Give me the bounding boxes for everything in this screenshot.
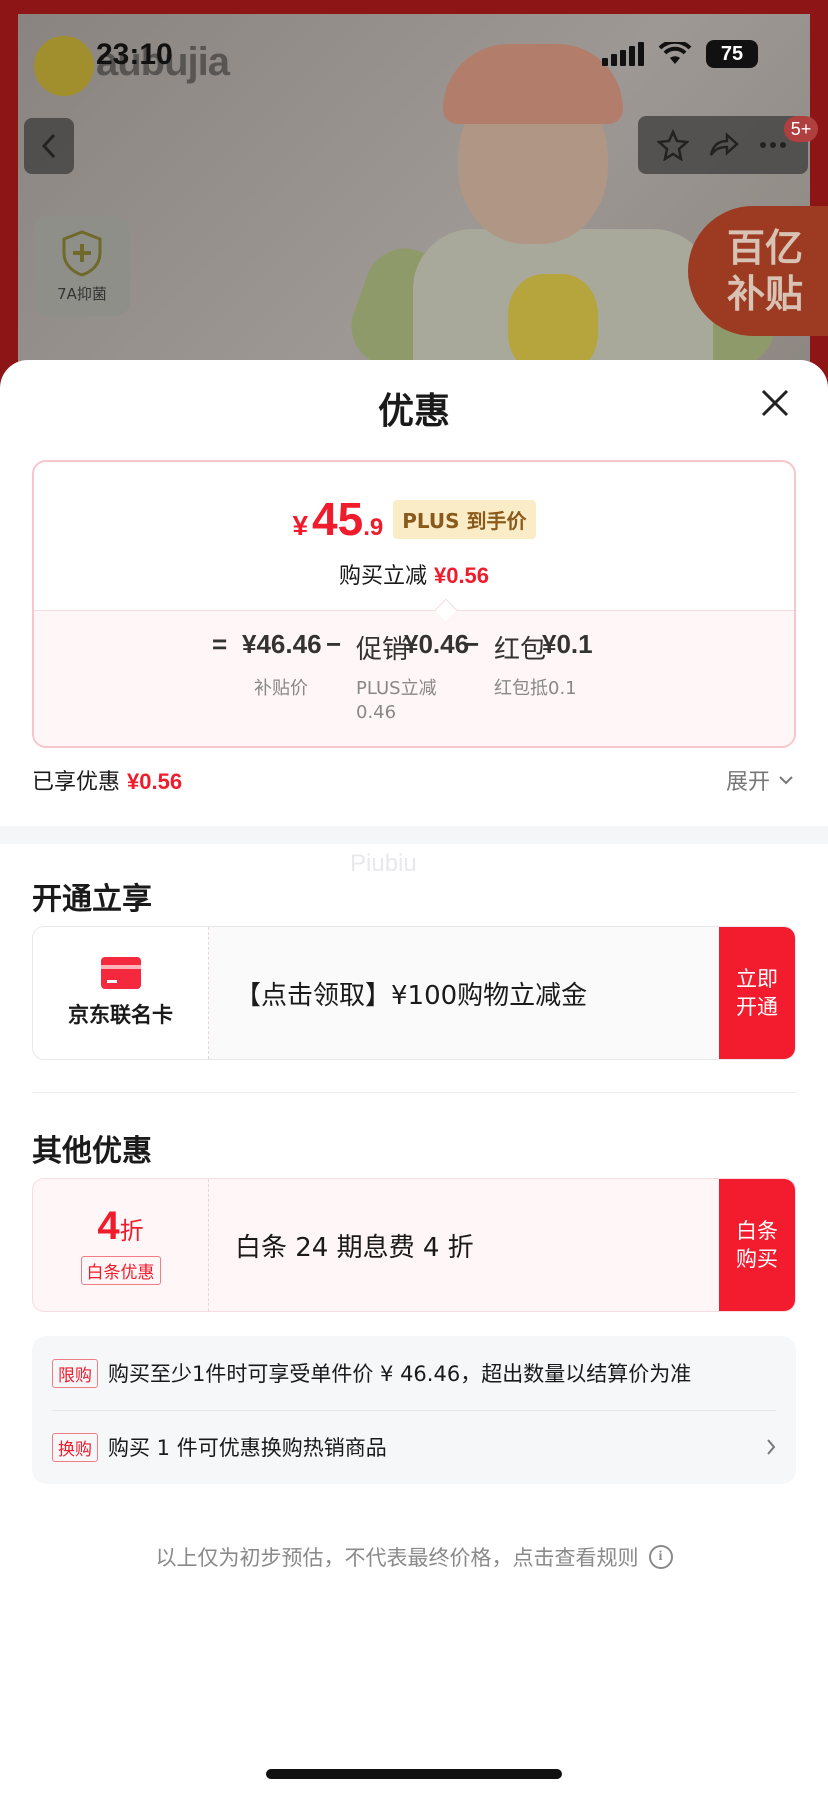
enjoyed-discount: 已享优惠 ¥0.56: [32, 764, 182, 796]
reduce-label: 购买立减: [338, 564, 427, 589]
brand-logo: [34, 36, 94, 96]
chevron-down-icon: [779, 776, 793, 785]
info-icon: i: [648, 1545, 673, 1569]
formula-promo-note-line2: 0.46: [356, 702, 397, 723]
baitiao-offer[interactable]: 4折 白条优惠 白条 24 期息费 4 折 白条购买: [32, 1178, 796, 1312]
formula-redpack-label: 红包: [494, 635, 547, 665]
nav-actions: [638, 116, 808, 174]
formula-promo-value: ¥0.46: [404, 629, 470, 659]
subsidy-line2: 补贴: [726, 272, 803, 316]
signal-icon: [602, 42, 644, 66]
price-divider: [34, 610, 794, 611]
share-icon[interactable]: [707, 129, 739, 161]
joint-card-info: 京东联名卡: [33, 927, 209, 1059]
discount-sheet: 优惠 ¥ 45 .9 PLUS 到手价 购买立减 ¥0.56 = ¥46.46 …: [0, 360, 828, 1795]
rule-text-exchange: 购买 1 件可优惠换购热销商品: [108, 1436, 387, 1460]
rule-tag-limit: 限购: [52, 1358, 98, 1388]
wifi-icon: [658, 42, 692, 64]
expand-toggle[interactable]: 展开: [726, 764, 794, 796]
enjoyed-label: 已享优惠: [32, 770, 121, 795]
formula-promo-note-line1: PLUS立减: [356, 678, 437, 699]
model-hat: [443, 44, 623, 124]
watermark: Piubiu: [350, 850, 417, 877]
status-indicators: 75: [602, 40, 758, 68]
shield-icon: [62, 229, 102, 277]
product-background: aubujia 23:10 75 5+ 7A抑菌 百亿 补贴: [0, 0, 828, 420]
baitiao-buy-button[interactable]: 白条购买: [719, 1179, 795, 1311]
open-now-button[interactable]: 立即开通: [719, 927, 795, 1059]
subsidy-line1: 百亿: [726, 226, 803, 270]
price-decimal: .9: [363, 514, 384, 541]
formula-promo-label: 促销: [356, 635, 409, 665]
enjoyed-value: ¥0.56: [127, 769, 183, 794]
rule-limit: 限购 购买至少1件时可享受单件价 ¥ 46.46，超出数量以结算价为准: [52, 1336, 776, 1410]
open-section-title: 开通立享: [32, 882, 152, 917]
discount-value: 4折: [97, 1206, 143, 1246]
baitiao-discount-info: 4折 白条优惠: [33, 1179, 209, 1311]
formula-minus-1: −: [326, 629, 342, 659]
price-disclaimer[interactable]: 以上仅为初步预估，不代表最终价格，点击查看规则 i: [0, 1542, 828, 1572]
battery-indicator: 75: [706, 40, 758, 68]
close-icon[interactable]: [760, 388, 790, 418]
disclaimer-text: 以上仅为初步预估，不代表最终价格，点击查看规则: [155, 1546, 639, 1570]
formula-base-label: 补贴价: [254, 678, 308, 699]
formula-redpack-note: 红包抵0.1: [494, 678, 577, 699]
discount-unit: 折: [119, 1216, 144, 1245]
back-button[interactable]: [24, 118, 74, 174]
rule-text-limit: 购买至少1件时可享受单件价 ¥ 46.46，超出数量以结算价为准: [108, 1362, 692, 1386]
expand-label: 展开: [725, 770, 770, 795]
dinosaur-print: [508, 274, 598, 374]
plus-price-tag: PLUS 到手价: [393, 499, 536, 539]
price-card: ¥ 45 .9 PLUS 到手价 购买立减 ¥0.56 = ¥46.46 补贴价…: [32, 460, 796, 748]
section-divider: [32, 1092, 796, 1093]
status-time: 23:10: [96, 38, 173, 71]
rule-exchange[interactable]: 换购 购买 1 件可优惠换购热销商品: [52, 1410, 776, 1484]
chevron-left-icon: [41, 133, 56, 159]
reduce-line: 购买立减 ¥0.56: [34, 558, 794, 590]
formula-base-price: ¥46.46: [242, 629, 322, 659]
sheet-title: 优惠: [377, 391, 450, 432]
antibacterial-badge: 7A抑菌: [34, 216, 130, 316]
baitiao-tag: 白条优惠: [80, 1255, 161, 1285]
formula-redpack-value: ¥0.1: [542, 629, 593, 659]
home-indicator: [266, 1769, 562, 1779]
section-gap: [0, 826, 828, 844]
price-currency: ¥: [292, 510, 309, 541]
star-icon[interactable]: [657, 129, 689, 161]
discount-number: 4: [97, 1203, 120, 1248]
price-formula: = ¥46.46 补贴价 − 促销 ¥0.46 PLUS立减 0.46 − 红包…: [34, 611, 794, 746]
formula-minus-2: −: [464, 629, 480, 659]
joint-card-name: 京东联名卡: [68, 1003, 173, 1027]
joint-card-offer-text: 【点击领取】¥100购物立减金: [235, 980, 588, 1011]
formula-promo-note: PLUS立减 0.46: [356, 677, 437, 725]
price-integer: 45: [312, 493, 364, 545]
formula-equals: =: [212, 629, 228, 659]
final-price: ¥ 45 .9 PLUS 到手价: [34, 492, 794, 546]
notification-badge: 5+: [784, 116, 818, 142]
price-summary: ¥ 45 .9 PLUS 到手价 购买立减 ¥0.56: [34, 462, 794, 610]
purchase-rules: 限购 购买至少1件时可享受单件价 ¥ 46.46，超出数量以结算价为准 换购 购…: [32, 1336, 796, 1484]
reduce-value: ¥0.56: [433, 563, 490, 588]
baitiao-offer-text: 白条 24 期息费 4 折: [235, 1232, 474, 1263]
subsidy-badge: 百亿 补贴: [688, 206, 828, 336]
other-section-title: 其他优惠: [32, 1134, 152, 1169]
credit-card-icon: [100, 957, 141, 989]
chevron-right-icon: [767, 1439, 776, 1455]
rule-tag-exchange: 换购: [52, 1432, 98, 1462]
joint-card-offer[interactable]: 京东联名卡 【点击领取】¥100购物立减金 立即开通: [32, 926, 796, 1060]
shield-label: 7A抑菌: [57, 284, 107, 303]
